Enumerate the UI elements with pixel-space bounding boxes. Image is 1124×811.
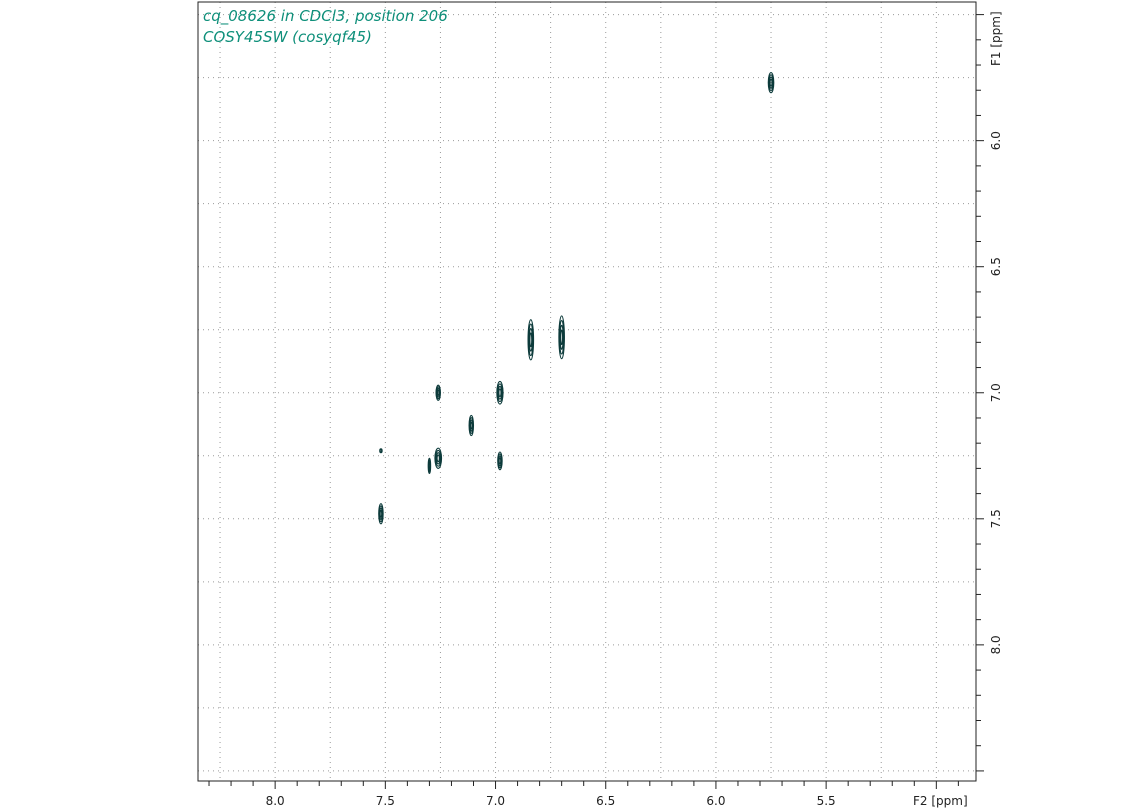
x-tick-label: 6.0 bbox=[706, 794, 725, 808]
y-tick-label: 6.5 bbox=[989, 257, 1003, 276]
contour-peak bbox=[497, 451, 503, 471]
contour-level bbox=[379, 509, 383, 518]
contour-level bbox=[379, 448, 383, 453]
x-tick-label: 7.5 bbox=[376, 794, 395, 808]
contour-level bbox=[498, 457, 502, 465]
contour-peak bbox=[558, 315, 565, 360]
contour-peaks bbox=[378, 72, 775, 525]
x-tick-label: 8.0 bbox=[266, 794, 285, 808]
chart-title-line-2: COSY45SW (cosyqf45) bbox=[203, 28, 372, 46]
y-axis-label: F1 [ppm] bbox=[989, 11, 1003, 66]
contour-peak bbox=[427, 457, 432, 474]
y-axis: 6.0 6.5 7.0 7.5 8.0 bbox=[976, 14, 1003, 772]
contour-peak bbox=[378, 503, 384, 525]
x-tick-label: 5.5 bbox=[817, 794, 836, 808]
contour-level bbox=[469, 421, 473, 430]
y-tick-label: 6.0 bbox=[989, 131, 1003, 150]
contour-level bbox=[428, 462, 431, 469]
y-tick-label: 8.0 bbox=[989, 635, 1003, 654]
plot-frame bbox=[197, 1, 977, 782]
contour-level bbox=[560, 329, 564, 346]
y-tick-label: 7.0 bbox=[989, 383, 1003, 402]
contour-level bbox=[498, 388, 502, 398]
contour-peak bbox=[434, 447, 443, 469]
chart-title-line-1: cq_08626 in CDCl3, position 206 bbox=[203, 7, 448, 25]
x-tick-label: 6.5 bbox=[596, 794, 615, 808]
grid bbox=[198, 2, 976, 781]
contour-peak bbox=[527, 319, 535, 361]
contour-peak bbox=[496, 380, 504, 405]
x-axis-label: F2 [ppm] bbox=[913, 794, 968, 808]
contour-peak bbox=[468, 414, 475, 437]
x-axis: 8.0 7.5 7.0 6.5 6.0 5.5 bbox=[208, 781, 959, 808]
contour-level bbox=[529, 332, 533, 348]
x-tick-label: 7.0 bbox=[486, 794, 505, 808]
y-tick-label: 7.5 bbox=[989, 509, 1003, 528]
contour-peak bbox=[379, 448, 383, 454]
cosy-spectrum-chart: 8.0 7.5 7.0 6.5 6.0 5.5 6.0 6.5 7.0 7.5 8.0 F2 [p… bbox=[197, 1, 1003, 808]
